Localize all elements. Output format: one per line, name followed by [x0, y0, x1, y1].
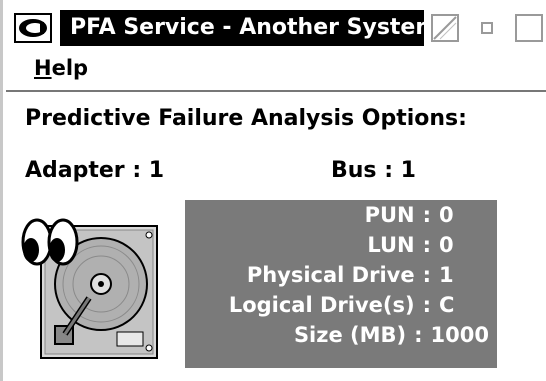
menu-item-help[interactable]: Help: [34, 56, 88, 80]
window-title: PFA Service - Another System: [60, 10, 438, 46]
menu-bar: Help: [6, 52, 546, 92]
options-heading: Predictive Failure Analysis Options:: [25, 106, 467, 131]
maximize-icon[interactable]: [510, 10, 546, 46]
pfa-disk-eyes-icon: [15, 208, 175, 368]
pfa-service-window: PFA Service - Another System Help Predic…: [0, 0, 546, 381]
drive-info-panel: PUN:0 LUN:0 Physical Drive:1 Logical Dri…: [185, 200, 497, 368]
info-row-physical-drive: Physical Drive:1: [247, 262, 489, 289]
help-mnemonic: H: [34, 56, 52, 80]
info-label: LUN: [367, 233, 415, 257]
info-row-logical-drives: Logical Drive(s): C: [229, 292, 489, 319]
info-value: 0: [439, 203, 454, 227]
info-label: PUN: [364, 203, 415, 227]
hide-icon[interactable]: [426, 10, 464, 46]
info-label: Size (MB): [293, 323, 407, 347]
info-value: 0: [439, 233, 454, 257]
bus-label: Bus: [331, 158, 377, 183]
minimize-icon[interactable]: [468, 10, 506, 46]
system-menu-icon[interactable]: [14, 12, 54, 46]
info-row-size: Size (MB):1000: [293, 323, 489, 347]
info-row-lun: LUN:0: [367, 232, 489, 259]
info-value: C: [439, 293, 455, 317]
info-label: Physical Drive: [246, 263, 415, 287]
info-value: 1000: [430, 323, 489, 347]
help-label-rest: elp: [51, 56, 89, 80]
adapter-value: 1: [148, 158, 165, 183]
info-row-pun: PUN:0: [365, 202, 489, 229]
adapter-info: Adapter : 1: [25, 158, 165, 183]
title-bar: PFA Service - Another System: [6, 6, 546, 48]
info-label: Logical Drive(s): [228, 293, 415, 317]
adapter-label: Adapter: [25, 158, 125, 183]
bus-value: 1: [400, 158, 416, 183]
bus-info: Bus : 1: [331, 158, 416, 183]
info-value: 1: [439, 263, 454, 287]
